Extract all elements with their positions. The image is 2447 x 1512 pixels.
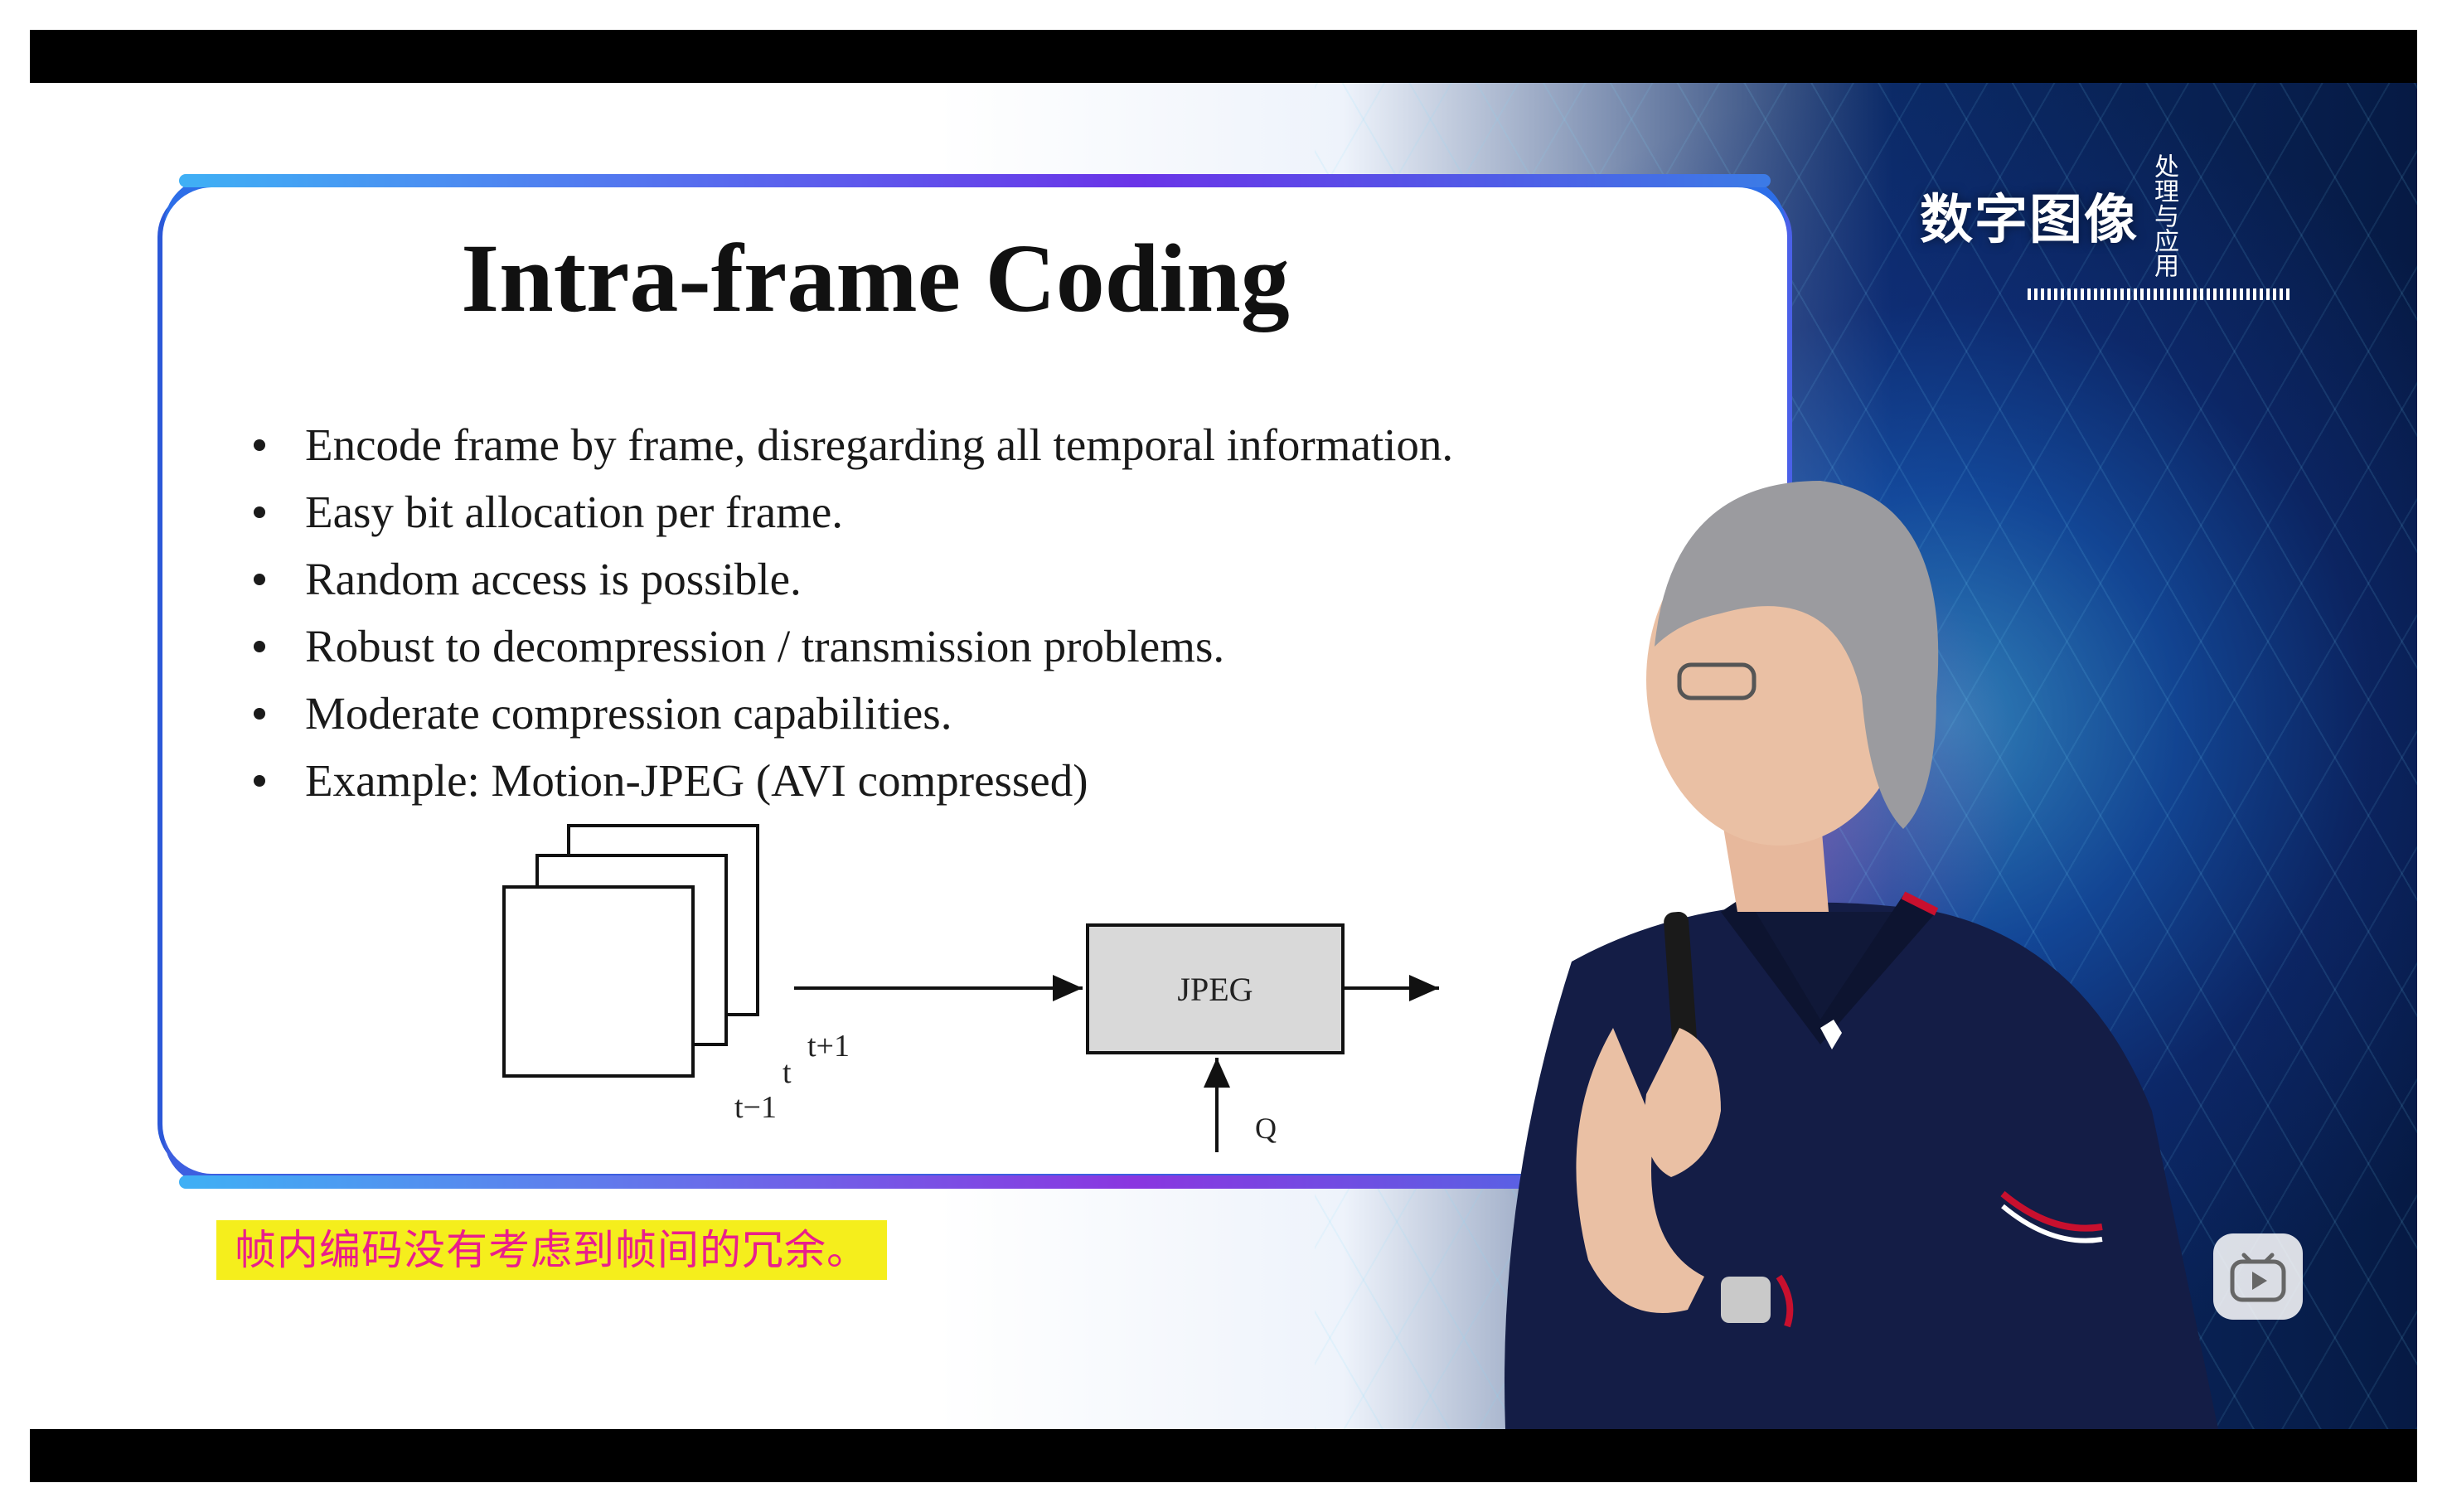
play-triangle-icon: [2230, 1253, 2286, 1302]
video-player[interactable]: 数字图像 处理与应用 Intra-frame Coding Encode fra…: [30, 30, 2417, 1482]
presenter-image: [1505, 481, 2218, 1429]
video-frame[interactable]: 数字图像 处理与应用 Intra-frame Coding Encode fra…: [30, 83, 2417, 1429]
video-subtitle: 帧内编码没有考虑到帧间的冗余。: [216, 1220, 887, 1280]
bilibili-play-icon[interactable]: [2213, 1233, 2303, 1320]
